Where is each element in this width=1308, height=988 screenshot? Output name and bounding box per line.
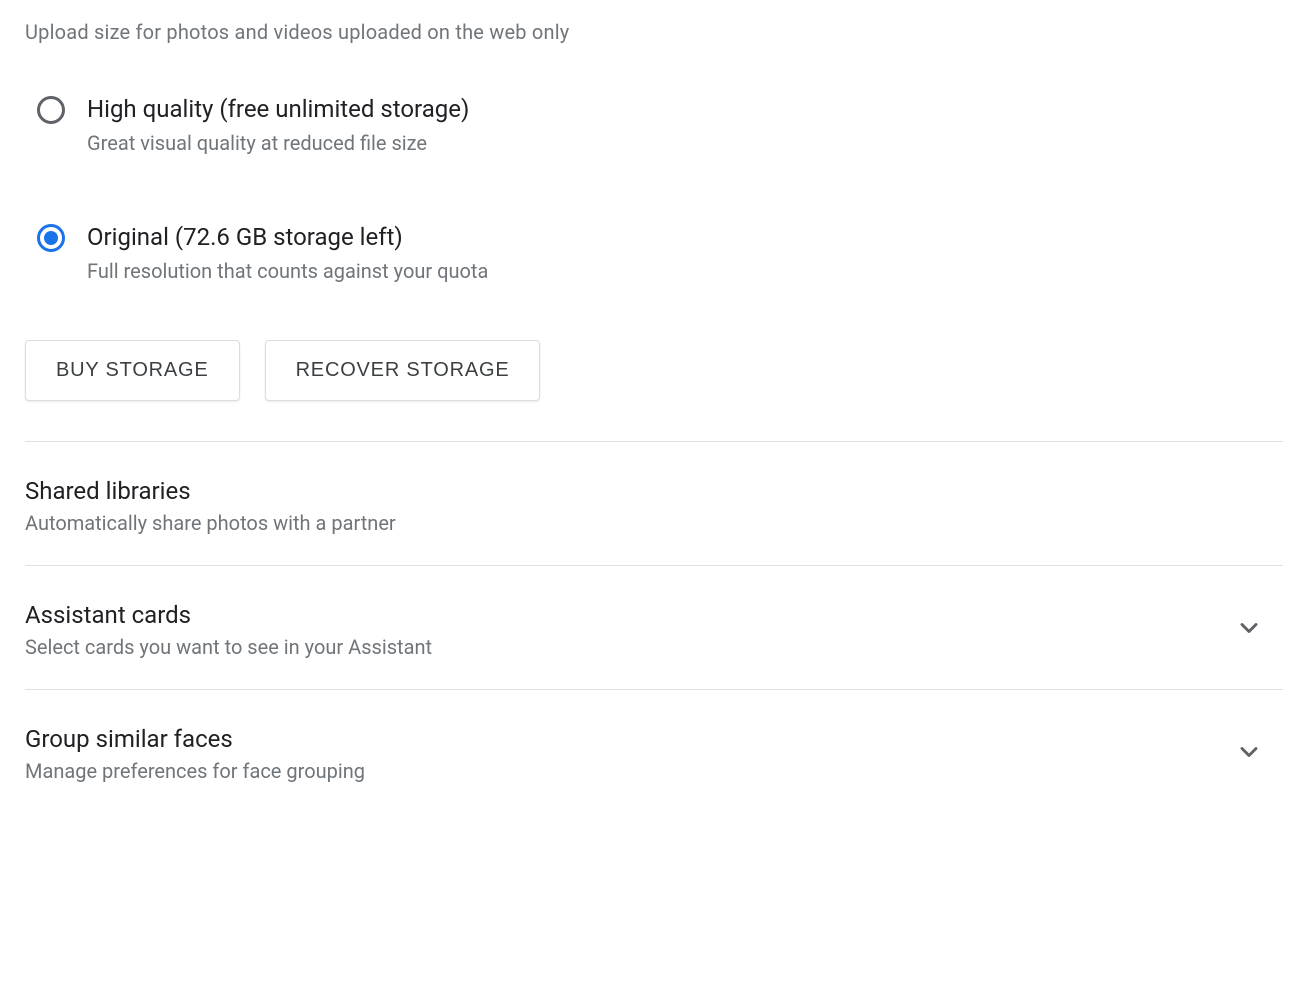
recover-storage-button[interactable]: RECOVER STORAGE	[265, 340, 541, 401]
option-desc: Great visual quality at reduced file siz…	[87, 129, 469, 157]
setting-desc: Manage preferences for face grouping	[25, 759, 365, 783]
upload-size-radio-group: High quality (free unlimited storage) Gr…	[37, 94, 1283, 285]
setting-desc: Automatically share photos with a partne…	[25, 511, 396, 535]
storage-buttons: BUY STORAGE RECOVER STORAGE	[25, 340, 1283, 401]
shared-libraries-row[interactable]: Shared libraries Automatically share pho…	[25, 442, 1283, 565]
radio-option-original[interactable]: Original (72.6 GB storage left) Full res…	[37, 222, 1283, 285]
radio-icon	[37, 224, 65, 252]
radio-icon	[37, 96, 65, 124]
chevron-down-icon	[1235, 738, 1263, 770]
option-desc: Full resolution that counts against your…	[87, 257, 488, 285]
group-similar-faces-row[interactable]: Group similar faces Manage preferences f…	[25, 690, 1283, 783]
option-title: High quality (free unlimited storage)	[87, 94, 469, 125]
buy-storage-button[interactable]: BUY STORAGE	[25, 340, 240, 401]
setting-title: Shared libraries	[25, 477, 396, 505]
radio-option-high-quality[interactable]: High quality (free unlimited storage) Gr…	[37, 94, 1283, 157]
setting-title: Assistant cards	[25, 601, 432, 629]
chevron-down-icon	[1235, 614, 1263, 646]
setting-title: Group similar faces	[25, 725, 365, 753]
assistant-cards-row[interactable]: Assistant cards Select cards you want to…	[25, 566, 1283, 689]
setting-desc: Select cards you want to see in your Ass…	[25, 635, 432, 659]
option-title: Original (72.6 GB storage left)	[87, 222, 488, 253]
upload-size-header: Upload size for photos and videos upload…	[25, 20, 1283, 44]
